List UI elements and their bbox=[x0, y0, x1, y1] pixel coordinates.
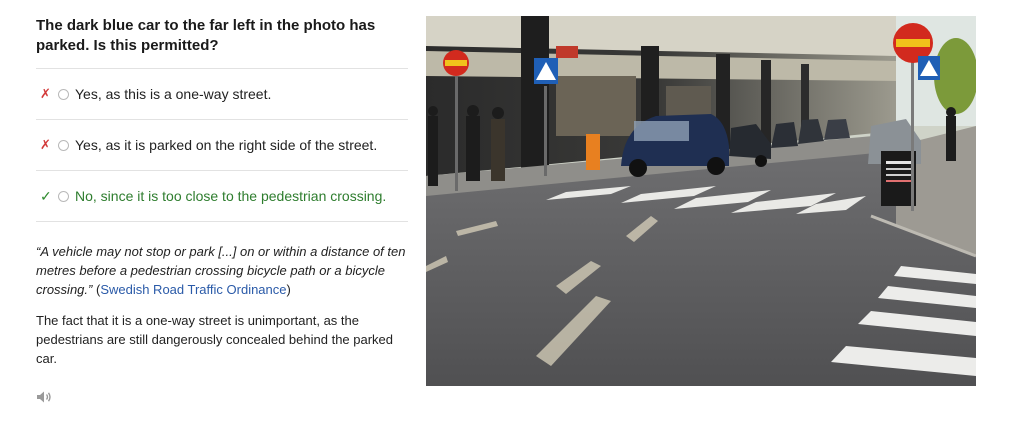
answer-label[interactable]: Yes, as this is a one-way street. bbox=[75, 86, 271, 102]
answer-label[interactable]: No, since it is too close to the pedestr… bbox=[75, 188, 386, 204]
divider bbox=[36, 221, 408, 222]
radio-button[interactable] bbox=[58, 88, 69, 100]
speaker-icon[interactable] bbox=[36, 390, 54, 404]
answer-option-2[interactable]: ✗ Yes, as it is parked on the right side… bbox=[36, 120, 408, 170]
radio-button[interactable] bbox=[58, 139, 69, 151]
question-text: The dark blue car to the far left in the… bbox=[36, 17, 376, 54]
answer-option-1[interactable]: ✗ Yes, as this is a one-way street. bbox=[36, 69, 408, 119]
answer-label[interactable]: Yes, as it is parked on the right side o… bbox=[75, 137, 377, 153]
check-mark-icon: ✓ bbox=[40, 187, 52, 204]
street-photo bbox=[426, 16, 976, 386]
wrong-mark-icon: ✗ bbox=[40, 137, 51, 152]
law-quote: “A vehicle may not stop or park [...] on… bbox=[36, 242, 408, 299]
quote-source: (Swedish Road Traffic Ordinance) bbox=[92, 282, 291, 297]
source-link[interactable]: Swedish Road Traffic Ordinance bbox=[100, 282, 286, 297]
explanation-text: The fact that it is a one-way street is … bbox=[36, 313, 394, 366]
answer-option-3[interactable]: ✓ No, since it is too close to the pedes… bbox=[36, 171, 408, 221]
source-close: ) bbox=[286, 282, 291, 297]
wrong-mark-icon: ✗ bbox=[40, 86, 51, 101]
radio-button[interactable] bbox=[58, 190, 69, 202]
question-panel: The dark blue car to the far left in the… bbox=[36, 0, 408, 368]
